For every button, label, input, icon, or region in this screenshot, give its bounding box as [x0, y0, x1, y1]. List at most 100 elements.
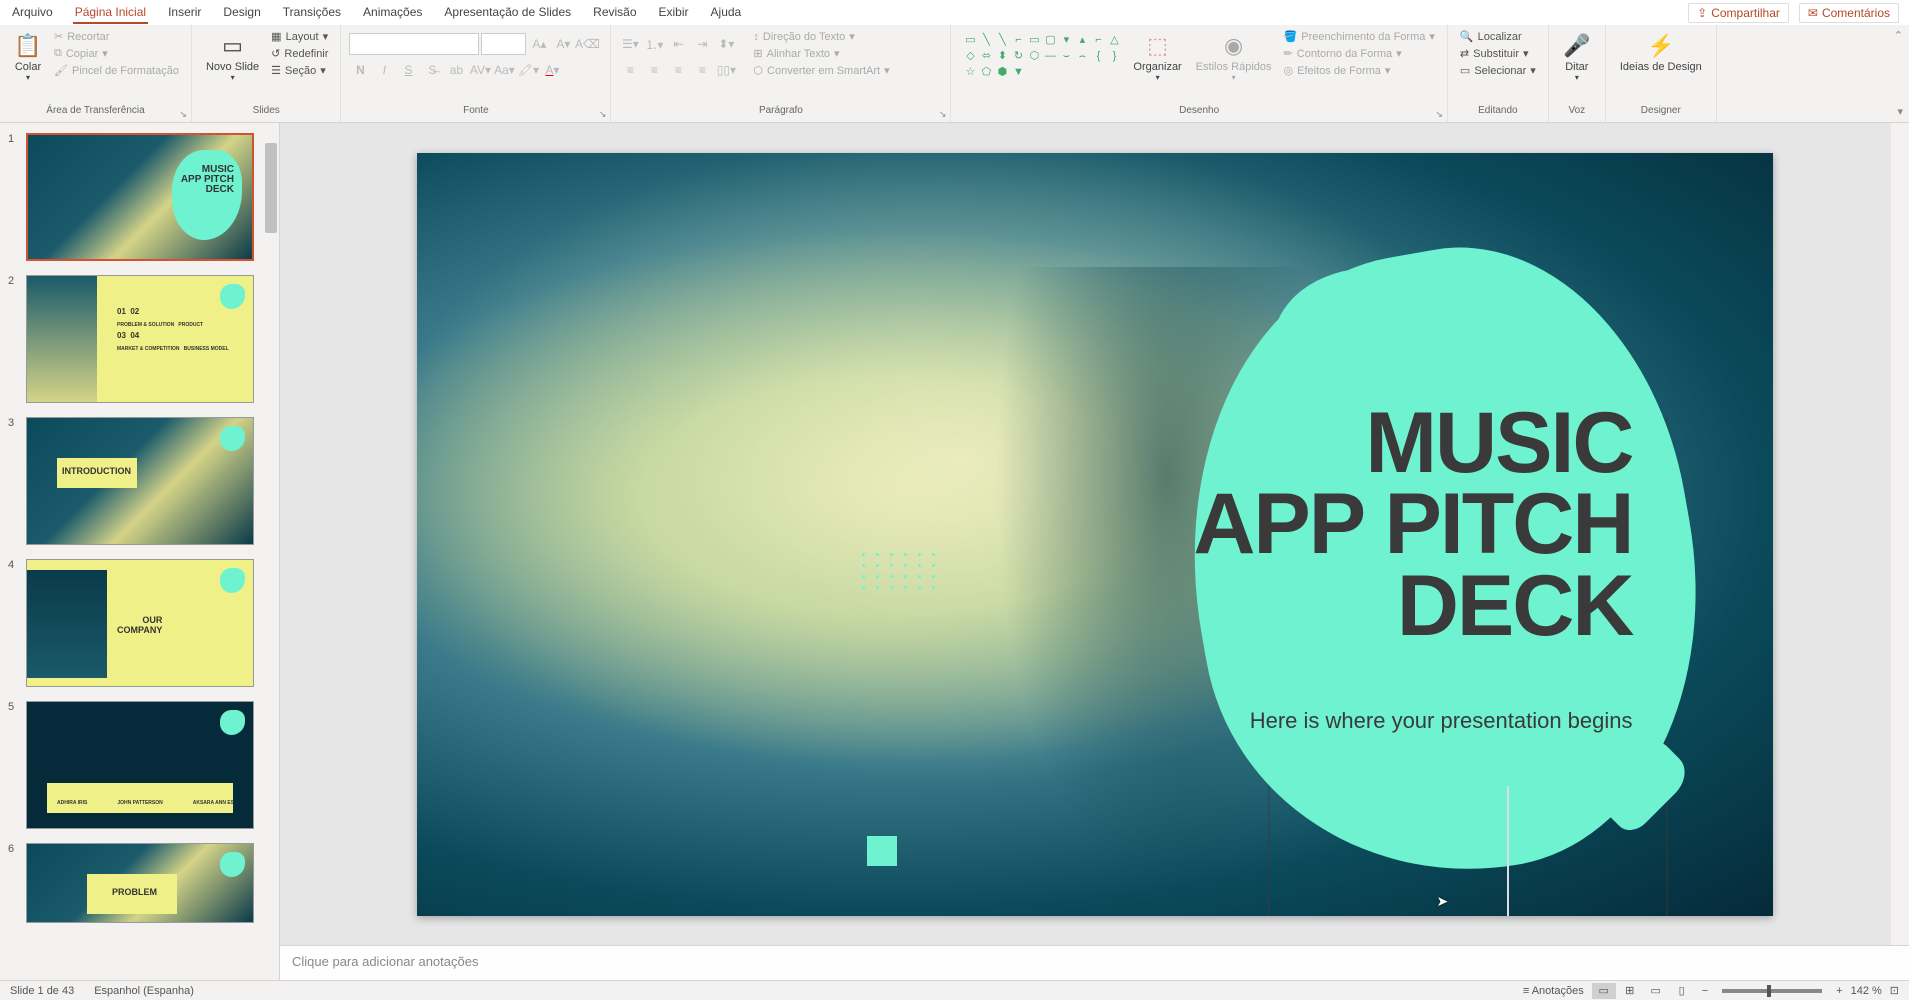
highlight-button[interactable]: 🖍▾	[517, 59, 539, 81]
clear-format-button[interactable]: A⌫	[576, 33, 598, 55]
chevron-down-icon: ▾	[1232, 73, 1236, 82]
drawing-launcher[interactable]: ↘	[1435, 109, 1443, 120]
format-painter-button[interactable]: 🖌Pincel de Formatação	[50, 63, 183, 78]
editor-scrollbar[interactable]	[1891, 123, 1909, 945]
columns-button[interactable]: ▯▯▾	[715, 59, 737, 81]
shape-callout-icon: ⬠	[979, 65, 993, 79]
share-button[interactable]: ⇪Compartilhar	[1688, 3, 1789, 23]
menu-animacoes[interactable]: Animações	[361, 2, 424, 24]
font-size-combo[interactable]	[481, 33, 526, 55]
menu-arquivo[interactable]: Arquivo	[10, 2, 55, 24]
shape-effects-button[interactable]: ◎Efeitos de Forma ▾	[1280, 63, 1439, 78]
reset-button[interactable]: ↺Redefinir	[267, 46, 332, 61]
increase-font-button[interactable]: A▴	[528, 33, 550, 55]
slide-thumbnail-4[interactable]: OURCOMPANY	[26, 559, 254, 687]
align-text-button[interactable]: ⊞Alinhar Texto ▾	[749, 46, 893, 61]
quick-styles-button[interactable]: ◉ Estilos Rápidos ▾	[1190, 29, 1278, 86]
menu-exibir[interactable]: Exibir	[657, 2, 691, 24]
menu-inserir[interactable]: Inserir	[166, 2, 203, 24]
shapes-gallery[interactable]: ▭╲╲⌐▭▢▾▴ ⌐△◇⬄⬍↻⬡— ⌣⌢{}☆⬠⬢▼	[959, 29, 1125, 83]
quick-styles-icon: ◉	[1224, 33, 1243, 59]
brush-icon: 🖌	[54, 64, 68, 77]
smartart-button[interactable]: ⬡Converter em SmartArt ▾	[749, 63, 893, 78]
text-direction-button[interactable]: ↕Direção do Texto ▾	[749, 29, 893, 44]
numbering-button[interactable]: ⒈▾	[643, 33, 665, 55]
fit-to-window-button[interactable]: ⊡	[1890, 984, 1899, 997]
slide-thumbnail-5[interactable]: ADHIRA IRISJOHN PATTERSONAKSARA ANN ES	[26, 701, 254, 829]
paste-button[interactable]: 📋 Colar ▾	[8, 29, 48, 86]
zoom-value[interactable]: 142 %	[1851, 985, 1882, 997]
menu-apresentacao[interactable]: Apresentação de Slides	[442, 2, 573, 24]
indent-inc-button[interactable]: ⇥	[691, 33, 713, 55]
menu-pagina-inicial[interactable]: Página Inicial	[73, 2, 148, 24]
indent-dec-button[interactable]: ⇤	[667, 33, 689, 55]
slide-counter[interactable]: Slide 1 de 43	[10, 985, 74, 997]
align-right-button[interactable]: ≡	[667, 59, 689, 81]
panel-scroll-thumb[interactable]	[265, 143, 277, 233]
slide-thumbnail-3[interactable]: INTRODUCTION	[26, 417, 254, 545]
font-family-combo[interactable]	[349, 33, 479, 55]
title-line-3: DECK	[1397, 558, 1633, 654]
slideshow-button[interactable]: ▯	[1670, 983, 1694, 999]
slide-thumbnail-2[interactable]: 01 02PROBLEM & SOLUTION PRODUCT03 04MARK…	[26, 275, 254, 403]
shadow-button[interactable]: ab	[445, 59, 467, 81]
zoom-slider[interactable]	[1722, 989, 1822, 993]
shape-fill-button[interactable]: 🪣Preenchimento da Forma ▾	[1280, 29, 1439, 44]
find-label: Localizar	[1478, 31, 1522, 43]
arrange-button[interactable]: ⬚ Organizar ▾	[1127, 29, 1187, 86]
slide-thumbnail-1[interactable]: MUSICAPP PITCHDECK	[26, 133, 254, 261]
line-spacing-button[interactable]: ⬍▾	[715, 33, 737, 55]
paragraph-launcher[interactable]: ↘	[939, 109, 947, 120]
zoom-in-button[interactable]: +	[1836, 985, 1842, 997]
slide-subtitle[interactable]: Here is where your presentation begins	[1250, 708, 1633, 734]
panel-scrollbar[interactable]	[263, 123, 279, 980]
menu-transicoes[interactable]: Transições	[281, 2, 343, 24]
slide-title[interactable]: MUSIC APP PITCH DECK	[1193, 403, 1632, 648]
align-left-button[interactable]: ≡	[619, 59, 641, 81]
new-slide-button[interactable]: ▭ Novo Slide ▾	[200, 29, 265, 86]
copy-button[interactable]: ⧉Copiar ▾	[50, 46, 183, 61]
decrease-font-button[interactable]: A▾	[552, 33, 574, 55]
cut-button[interactable]: ✂Recortar	[50, 29, 183, 44]
ribbon-options-button[interactable]: ▾	[1897, 105, 1903, 118]
section-button[interactable]: ☰Seção ▾	[267, 63, 332, 78]
select-button[interactable]: ▭Selecionar ▾	[1456, 63, 1540, 78]
spacing-button[interactable]: AV▾	[469, 59, 491, 81]
align-center-button[interactable]: ≡	[643, 59, 665, 81]
underline-button[interactable]: S	[397, 59, 419, 81]
menu-ajuda[interactable]: Ajuda	[709, 2, 744, 24]
justify-button[interactable]: ≡	[691, 59, 713, 81]
normal-view-button[interactable]: ▭	[1592, 983, 1616, 999]
design-ideas-button[interactable]: ⚡ Ideias de Design	[1614, 29, 1708, 77]
language-indicator[interactable]: Espanhol (Espanha)	[94, 985, 194, 997]
slide-thumbnail-panel[interactable]: 1 MUSICAPP PITCHDECK 2 01 02PROBLEM & SO…	[0, 123, 280, 980]
comments-button[interactable]: ✉Comentários	[1799, 3, 1899, 23]
font-color-button[interactable]: A▾	[541, 59, 563, 81]
share-label: Compartilhar	[1711, 6, 1780, 20]
zoom-slider-thumb[interactable]	[1767, 985, 1771, 997]
shape-connector-icon: ⌐	[1011, 33, 1025, 47]
collapse-ribbon-button[interactable]: ⌃	[1894, 29, 1903, 42]
bullets-button[interactable]: ☰▾	[619, 33, 641, 55]
sorter-view-button[interactable]: ⊞	[1618, 983, 1642, 999]
dictate-button[interactable]: 🎤 Ditar ▾	[1557, 29, 1597, 86]
menu-design[interactable]: Design	[221, 2, 262, 24]
shape-outline-button[interactable]: ✏Contorno da Forma ▾	[1280, 46, 1439, 61]
slide-canvas[interactable]: MUSIC APP PITCH DECK Here is where your …	[417, 153, 1773, 916]
clipboard-launcher[interactable]: ↘	[179, 109, 187, 120]
italic-button[interactable]: I	[373, 59, 395, 81]
notes-area[interactable]: Clique para adicionar anotações	[280, 945, 1909, 980]
zoom-out-button[interactable]: −	[1702, 985, 1708, 997]
layout-button[interactable]: ▦Layout ▾	[267, 29, 332, 44]
case-button[interactable]: Aa▾	[493, 59, 515, 81]
notes-toggle[interactable]: ≡ Anotações	[1523, 985, 1584, 997]
strikethrough-button[interactable]: S̶	[421, 59, 443, 81]
slide-thumbnail-6[interactable]: PROBLEM	[26, 843, 254, 923]
font-launcher[interactable]: ↘	[599, 109, 607, 120]
find-button[interactable]: 🔍Localizar	[1456, 29, 1540, 44]
replace-button[interactable]: ⇄Substituir ▾	[1456, 46, 1540, 61]
bold-button[interactable]: N	[349, 59, 371, 81]
reading-view-button[interactable]: ▭	[1644, 983, 1668, 999]
menu-revisao[interactable]: Revisão	[591, 2, 638, 24]
slide-canvas-area[interactable]: MUSIC APP PITCH DECK Here is where your …	[280, 123, 1909, 945]
